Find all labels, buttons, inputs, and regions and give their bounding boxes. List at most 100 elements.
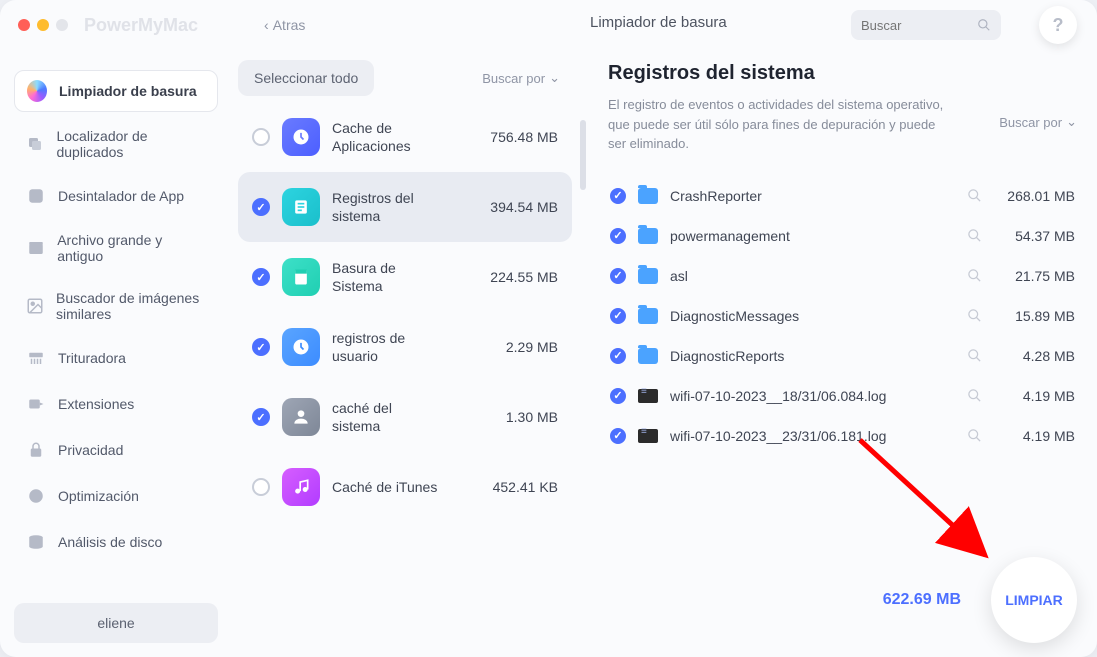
sidebar-label: Extensiones xyxy=(58,396,134,412)
file-name: asl xyxy=(670,268,955,284)
log-file-icon xyxy=(638,389,658,403)
checkbox[interactable] xyxy=(252,338,270,356)
file-row[interactable]: DiagnosticMessages15.89 MB xyxy=(608,296,1077,336)
category-sort-button[interactable]: Buscar por ⌄ xyxy=(482,70,560,86)
close-dot[interactable] xyxy=(18,19,30,31)
sidebar-item-extensions[interactable]: Extensiones xyxy=(14,384,218,424)
sidebar-label: Análisis de disco xyxy=(58,534,162,550)
checkbox[interactable] xyxy=(610,428,626,444)
category-app-cache[interactable]: Cache de Aplicaciones 756.48 MB xyxy=(238,102,572,172)
checkbox[interactable] xyxy=(610,348,626,364)
checkbox[interactable] xyxy=(252,408,270,426)
duplicate-icon xyxy=(26,134,44,154)
folder-icon xyxy=(638,228,658,244)
magnifier-icon[interactable] xyxy=(967,428,983,444)
file-size: 54.37 MB xyxy=(995,228,1075,244)
search-icon xyxy=(977,18,991,32)
sidebar-label: Desintalador de App xyxy=(58,188,184,204)
category-system-junk[interactable]: Basura de Sistema 224.55 MB xyxy=(238,242,572,312)
sidebar-item-junk-cleaner[interactable]: Limpiador de basura xyxy=(14,70,218,112)
sidebar-label: Privacidad xyxy=(58,442,123,458)
magnifier-icon[interactable] xyxy=(967,188,983,204)
user-logs-icon xyxy=(282,328,320,366)
sidebar-item-duplicates[interactable]: Localizador de duplicados xyxy=(14,118,218,170)
select-all-button[interactable]: Seleccionar todo xyxy=(238,60,374,96)
file-size: 268.01 MB xyxy=(995,188,1075,204)
file-size: 4.19 MB xyxy=(995,428,1075,444)
sort-label: Buscar por xyxy=(482,71,545,86)
file-row[interactable]: wifi-07-10-2023__23/31/06.181.log4.19 MB xyxy=(608,416,1077,456)
search-input[interactable] xyxy=(861,18,961,33)
category-size: 1.30 MB xyxy=(506,409,558,425)
file-name: DiagnosticMessages xyxy=(670,308,955,324)
category-system-cache[interactable]: caché del sistema 1.30 MB xyxy=(238,382,572,452)
app-title: PowerMyMac xyxy=(84,15,198,36)
file-row[interactable]: powermanagement 54.37 MB xyxy=(608,216,1077,256)
sidebar-label: Trituradora xyxy=(58,350,126,366)
checkbox[interactable] xyxy=(252,478,270,496)
system-junk-icon xyxy=(282,258,320,296)
checkbox[interactable] xyxy=(252,268,270,286)
file-row[interactable]: wifi-07-10-2023__18/31/06.084.log4.19 MB xyxy=(608,376,1077,416)
lock-icon xyxy=(26,440,46,460)
user-pill[interactable]: eliene xyxy=(14,603,218,643)
category-system-logs[interactable]: Registros del sistema 394.54 MB xyxy=(238,172,572,242)
sidebar-label: Buscador de imágenes similares xyxy=(56,290,206,322)
system-cache-icon xyxy=(282,398,320,436)
search-input-wrap[interactable] xyxy=(851,10,1001,40)
image-icon xyxy=(26,296,44,316)
category-label: registros de usuario xyxy=(332,329,442,365)
minimize-dot[interactable] xyxy=(37,19,49,31)
magnifier-icon[interactable] xyxy=(967,308,983,324)
category-label: Basura de Sistema xyxy=(332,259,442,295)
checkbox[interactable] xyxy=(610,188,626,204)
sidebar-item-similar-images[interactable]: Buscador de imágenes similares xyxy=(14,280,218,332)
app-icon xyxy=(26,186,46,206)
checkbox[interactable] xyxy=(252,128,270,146)
file-name: powermanagement xyxy=(670,228,955,244)
sidebar-item-disk-analysis[interactable]: Análisis de disco xyxy=(14,522,218,562)
checkbox[interactable] xyxy=(252,198,270,216)
sidebar-label: Archivo grande y antiguo xyxy=(57,232,206,264)
sidebar-label: Localizador de duplicados xyxy=(56,128,206,160)
disk-icon xyxy=(26,532,46,552)
sidebar-item-large-old[interactable]: Archivo grande y antiguo xyxy=(14,222,218,274)
back-button[interactable]: ‹ Atras xyxy=(264,17,305,33)
box-icon xyxy=(26,238,45,258)
sidebar-item-shredder[interactable]: Trituradora xyxy=(14,338,218,378)
category-itunes-cache[interactable]: Caché de iTunes 452.41 KB xyxy=(238,452,572,522)
magnifier-icon[interactable] xyxy=(967,228,983,244)
checkbox[interactable] xyxy=(610,268,626,284)
help-button[interactable]: ? xyxy=(1039,6,1077,44)
file-row[interactable]: DiagnosticReports 4.28 MB xyxy=(608,336,1077,376)
sidebar-item-uninstaller[interactable]: Desintalador de App xyxy=(14,176,218,216)
magnifier-icon[interactable] xyxy=(967,388,983,404)
file-row[interactable]: asl21.75 MB xyxy=(608,256,1077,296)
traffic-lights[interactable] xyxy=(18,19,68,31)
file-row[interactable]: CrashReporter268.01 MB xyxy=(608,176,1077,216)
clean-button[interactable]: LIMPIAR xyxy=(991,557,1077,643)
category-size: 2.29 MB xyxy=(506,339,558,355)
file-name: DiagnosticReports xyxy=(670,348,955,364)
itunes-icon xyxy=(282,468,320,506)
sidebar-label: Limpiador de basura xyxy=(59,83,197,99)
magnifier-icon[interactable] xyxy=(967,348,983,364)
detail-sort-button[interactable]: Buscar por ⌄ xyxy=(999,114,1077,130)
category-label: Registros del sistema xyxy=(332,189,442,225)
category-size: 394.54 MB xyxy=(490,199,558,215)
checkbox[interactable] xyxy=(610,228,626,244)
chevron-down-icon: ⌄ xyxy=(1066,114,1077,130)
file-size: 4.28 MB xyxy=(995,348,1075,364)
category-user-logs[interactable]: registros de usuario 2.29 MB xyxy=(238,312,572,382)
total-size: 622.69 MB xyxy=(883,591,961,609)
maximize-dot[interactable] xyxy=(56,19,68,31)
sidebar: Limpiador de basura Localizador de dupli… xyxy=(0,50,232,657)
extension-icon xyxy=(26,394,46,414)
sidebar-item-optimization[interactable]: Optimización xyxy=(14,476,218,516)
magnifier-icon[interactable] xyxy=(967,268,983,284)
checkbox[interactable] xyxy=(610,308,626,324)
checkbox[interactable] xyxy=(610,388,626,404)
detail-description: El registro de eventos o actividades del… xyxy=(608,95,948,154)
page-title: Limpiador de basura xyxy=(590,14,727,31)
sidebar-item-privacy[interactable]: Privacidad xyxy=(14,430,218,470)
